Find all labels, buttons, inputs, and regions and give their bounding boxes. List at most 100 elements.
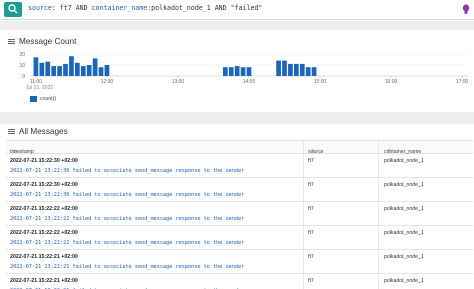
- divider: [0, 21, 474, 30]
- all-messages-title: All Messages: [19, 127, 68, 136]
- chart-bar: [311, 67, 317, 76]
- row-timestamp: 2022-07-21 15:22:22 +02:00: [10, 230, 78, 236]
- row-source[interactable]: ft7: [308, 206, 314, 212]
- row-message[interactable]: 2022-07-21 13:22:22 failed to associate …: [10, 216, 244, 222]
- column-divider: [303, 250, 304, 273]
- row-timestamp: 2022-07-21 15:22:30 +02:00: [10, 182, 78, 188]
- chart-bar: [299, 63, 305, 76]
- query-field-container: container_name: [91, 4, 148, 12]
- column-divider: [303, 141, 304, 153]
- legend-swatch: [30, 96, 37, 102]
- row-container-name[interactable]: polkadot_node_1: [384, 278, 424, 284]
- message-count-title: Message Count: [19, 37, 77, 46]
- chart-bar: [80, 66, 86, 76]
- column-divider: [303, 274, 304, 289]
- table-row[interactable]: 2022-07-21 15:22:30 +02:00 2022-07-21 13:…: [6, 154, 473, 178]
- column-divider: [303, 178, 304, 201]
- query-input[interactable]: source: ft7 AND container_name:polkadot_…: [28, 4, 262, 12]
- row-message[interactable]: 2022-07-21 13:22:22 failed to associate …: [10, 240, 244, 246]
- y-tick-label: 0: [22, 74, 25, 80]
- chart-bar: [246, 67, 252, 76]
- row-timestamp: 2022-07-21 15:22:21 +02:00: [10, 254, 78, 260]
- row-message[interactable]: 2022-07-21 13:22:30 failed to associate …: [10, 192, 244, 198]
- query-field-source: source: [28, 4, 52, 12]
- table-row[interactable]: 2022-07-21 15:22:21 +02:002022-07-21 13:…: [6, 274, 473, 289]
- chart-bar: [92, 58, 98, 76]
- legend-label: count(): [40, 96, 57, 102]
- lightbulb-icon[interactable]: [462, 4, 470, 15]
- column-divider: [378, 250, 379, 273]
- chart-bar: [57, 66, 62, 76]
- column-divider: [378, 154, 379, 177]
- column-divider: [378, 202, 379, 225]
- y-tick-label: 20: [19, 52, 25, 58]
- table-row[interactable]: 2022-07-21 15:22:21 +02:00 2022-07-21 13:…: [6, 250, 473, 274]
- chart-bar: [33, 57, 39, 76]
- drag-handle-icon[interactable]: [8, 38, 15, 45]
- divider: [0, 112, 474, 124]
- column-divider: [378, 178, 379, 201]
- row-container-name[interactable]: polkadot_node_1: [384, 182, 424, 188]
- row-source[interactable]: ft7: [308, 278, 314, 284]
- query-term: "failed": [230, 4, 263, 12]
- table-header: timestamp ⇅ source ⊽ container_name ⊽: [6, 140, 473, 155]
- chart-bar: [39, 62, 45, 76]
- chart-bar: [234, 66, 240, 76]
- query-value-container: polkadot_node_1: [151, 4, 211, 12]
- x-date-label: Jul 21, 2022: [26, 85, 53, 91]
- column-divider: [303, 202, 304, 225]
- row-container-name[interactable]: polkadot_node_1: [384, 230, 424, 236]
- message-count-chart[interactable]: 2010011:00 12:00 13:00 14:00 15:00 16:00 17:00…: [0, 50, 474, 96]
- row-timestamp: 2022-07-21 15:22:30 +02:00: [10, 158, 78, 164]
- column-divider: [378, 226, 379, 249]
- column-divider: [378, 274, 379, 289]
- search-button[interactable]: [4, 2, 22, 17]
- row-container-name[interactable]: polkadot_node_1: [384, 158, 424, 164]
- row-timestamp: 2022-07-21 15:22:21 +02:00: [10, 278, 78, 284]
- query-value-source: ft7: [59, 4, 72, 12]
- row-container-name[interactable]: polkadot_node_1: [384, 206, 424, 212]
- chart-bar: [45, 61, 51, 76]
- column-divider: [303, 226, 304, 249]
- drag-handle-icon[interactable]: [8, 128, 15, 135]
- row-source[interactable]: ft7: [308, 182, 314, 188]
- row-container-name[interactable]: polkadot_node_1: [384, 254, 424, 260]
- table-row[interactable]: 2022-07-21 15:22:22 +02:00 2022-07-21 13:…: [6, 226, 473, 250]
- chart-bar: [74, 62, 80, 76]
- y-tick-label: 10: [19, 63, 25, 69]
- column-divider: [303, 154, 304, 177]
- search-icon: [8, 4, 18, 14]
- query-bar: source: ft7 AND container_name:polkadot_…: [0, 0, 474, 20]
- query-operator: AND: [75, 4, 88, 12]
- chart-bar: [240, 67, 246, 76]
- chart-bar: [63, 63, 68, 76]
- message-count-header: Message Count: [8, 37, 76, 46]
- row-timestamp: 2022-07-21 15:22:22 +02:00: [10, 206, 78, 212]
- row-source[interactable]: ft7: [308, 254, 314, 260]
- table-row[interactable]: 2022-07-21 15:22:30 +02:00 2022-07-21 13:…: [6, 178, 473, 202]
- row-source[interactable]: ft7: [308, 230, 314, 236]
- chart-bar: [86, 65, 92, 76]
- chart-bar: [104, 65, 110, 76]
- chart-bar: [276, 60, 281, 76]
- chart-bar: [282, 60, 287, 76]
- chart-bar: [228, 67, 234, 76]
- query-operator: AND: [214, 4, 227, 12]
- x-tick-label: 14:00: [243, 79, 256, 85]
- chart-bar: [305, 67, 311, 76]
- chart-legend: count(): [30, 96, 56, 102]
- x-tick-label: 17:00: [456, 79, 469, 85]
- table-row[interactable]: 2022-07-21 15:22:22 +02:00 2022-07-21 13:…: [6, 202, 473, 226]
- chart-bar: [51, 66, 57, 76]
- all-messages-header: All Messages: [8, 127, 68, 136]
- column-divider: [378, 141, 379, 153]
- row-source[interactable]: ft7: [308, 158, 314, 164]
- x-tick-label: 16:00: [385, 79, 398, 85]
- x-tick-label: 13:00: [172, 79, 185, 85]
- chart-bar: [222, 67, 228, 76]
- row-message[interactable]: 2022-07-21 13:22:21 failed to associate …: [10, 264, 244, 270]
- row-message[interactable]: 2022-07-21 13:22:30 failed to associate …: [10, 168, 244, 174]
- chart-bar: [288, 63, 293, 76]
- messages-table: timestamp ⇅ source ⊽ container_name ⊽ 2022-…: [6, 140, 473, 289]
- chart-bar: [69, 56, 74, 76]
